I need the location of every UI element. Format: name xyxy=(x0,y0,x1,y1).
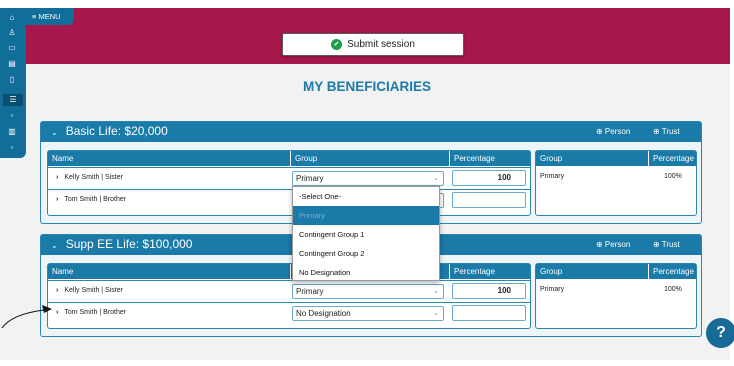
table-row: › Tom Smith | Brother xyxy=(48,189,530,210)
list-icon[interactable]: ☰ xyxy=(3,94,23,106)
home-icon[interactable]: ⌂ xyxy=(6,12,18,24)
col-percentage: Percentage xyxy=(450,264,530,279)
dropdown-option[interactable]: Contingent Group 1 xyxy=(293,225,439,244)
table-row: › Tom Smith | Brother No Designation ⌄ xyxy=(48,302,530,323)
annotation-arrow-icon xyxy=(1,305,52,329)
col-name: Name xyxy=(48,151,290,166)
summary-group: Primary xyxy=(540,286,565,293)
screen: ⌂ ♙ ▭ ▤ ▯ ☰ ▫ ▥ ▫ ≡ MENU ✔ Submit sessio… xyxy=(0,0,734,366)
chevron-down-icon: ⌄ xyxy=(433,310,439,317)
add-trust-link[interactable]: ⊕ Trust xyxy=(653,240,680,249)
percentage-input[interactable] xyxy=(452,305,526,321)
col-group: Group xyxy=(291,151,449,166)
table-row: › Kelly Smith | Sister Primary ⌄ 100 xyxy=(48,167,530,188)
chevron-right-icon: › xyxy=(56,196,59,203)
group-select[interactable]: No Designation ⌄ xyxy=(292,306,444,321)
file-icon[interactable]: ▫ xyxy=(6,110,18,122)
percentage-input[interactable] xyxy=(452,192,526,208)
col-summary-percentage: Percentage xyxy=(649,151,696,166)
col-percentage: Percentage xyxy=(450,151,530,166)
check-circle-icon: ✔ xyxy=(331,39,343,50)
beneficiary-name[interactable]: › Kelly Smith | Sister xyxy=(56,287,123,294)
page-title: MY BENEFICIARIES xyxy=(302,79,432,94)
summary-group: Primary xyxy=(540,173,565,180)
submit-session-button[interactable]: ✔ Submit session xyxy=(282,33,464,56)
percentage-input[interactable]: 100 xyxy=(452,170,526,186)
add-person-link[interactable]: ⊕ Person xyxy=(596,127,630,136)
add-trust-link[interactable]: ⊕ Trust xyxy=(653,127,680,136)
add-person-link[interactable]: ⊕ Person xyxy=(596,240,630,249)
beneficiary-table: Name Group Percentage ›Kelly Smith | Sis… xyxy=(47,150,531,216)
dropdown-option[interactable]: -Select One- xyxy=(293,187,439,206)
dropdown-option[interactable]: Contingent Group 2 xyxy=(293,244,439,263)
col-summary-group: Group xyxy=(536,151,648,166)
col-summary-group: Group xyxy=(536,264,648,279)
dropdown-option[interactable]: No Designation xyxy=(293,263,439,282)
summary-percentage: 100% xyxy=(664,286,682,293)
submit-session-label: Submit session xyxy=(347,39,415,50)
chevron-down-icon: ⌄ xyxy=(433,175,439,182)
table-row: › Kelly Smith | Sister Primary ⌄ 100 xyxy=(48,280,530,301)
card-header: ⌄ Basic Life: $20,000 ⊕ Person ⊕ Trust xyxy=(41,122,701,142)
chevron-right-icon: › xyxy=(56,287,59,294)
beneficiary-name[interactable]: › Kelly Smith | Sister xyxy=(56,174,123,181)
chevron-right-icon: › xyxy=(56,174,59,181)
beneficiary-table: Name Group Percentage ›Kelly Smith | Sis… xyxy=(47,263,531,329)
summary-table: Group Percentage Primary 100% xyxy=(535,150,697,216)
percentage-input[interactable]: 100 xyxy=(452,283,526,299)
col-name: Name xyxy=(48,264,290,279)
card-title[interactable]: ⌄ Supp EE Life: $100,000 xyxy=(51,237,192,251)
col-summary-percentage: Percentage xyxy=(649,264,696,279)
person-add-icon[interactable]: ♙ xyxy=(6,27,18,39)
beneficiary-name[interactable]: › Tom Smith | Brother xyxy=(56,196,126,203)
menu-button[interactable]: ≡ MENU xyxy=(26,8,74,25)
book-icon[interactable]: ▥ xyxy=(6,126,18,138)
group-dropdown-menu: -Select One- Primary Contingent Group 1 … xyxy=(292,186,440,281)
cards-icon[interactable]: ▭ xyxy=(6,42,18,54)
document-icon[interactable]: ▤ xyxy=(6,58,18,70)
dropdown-option-highlighted[interactable]: Primary xyxy=(293,206,439,225)
chevron-down-icon: ⌄ xyxy=(433,288,439,295)
help-button[interactable]: ? xyxy=(706,318,734,348)
beneficiary-name[interactable]: › Tom Smith | Brother xyxy=(56,309,126,316)
summary-percentage: 100% xyxy=(664,173,682,180)
summary-table: Group Percentage Primary 100% xyxy=(535,263,697,329)
chevron-down-icon: ⌄ xyxy=(51,241,58,250)
card-title[interactable]: ⌄ Basic Life: $20,000 xyxy=(51,124,168,138)
group-select[interactable]: Primary ⌄ xyxy=(292,284,444,299)
file-icon[interactable]: ▫ xyxy=(6,142,18,154)
group-select[interactable]: Primary ⌄ xyxy=(292,171,444,186)
chevron-down-icon: ⌄ xyxy=(51,128,58,137)
